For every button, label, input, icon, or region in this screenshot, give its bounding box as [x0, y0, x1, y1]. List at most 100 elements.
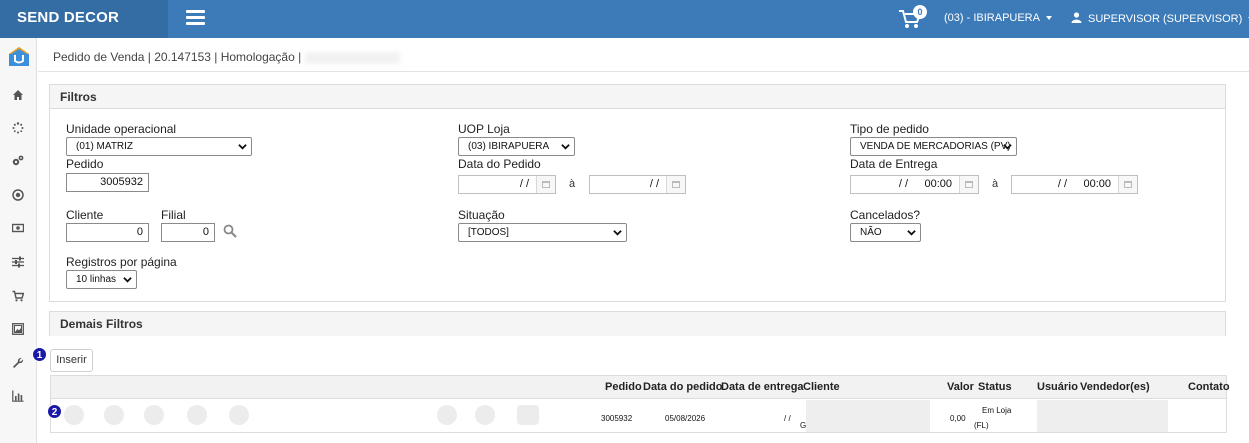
sidebar	[0, 38, 37, 443]
note-icon[interactable]	[517, 405, 539, 425]
step-marker: 2	[47, 404, 62, 419]
image-icon[interactable]	[12, 323, 24, 335]
step-marker: 1	[32, 347, 47, 362]
view-icon[interactable]	[104, 405, 124, 425]
situacao-label: Situação	[458, 208, 505, 222]
data-pedido-label: Data do Pedido	[458, 157, 541, 171]
cart-icon[interactable]	[12, 290, 24, 302]
col-cliente[interactable]: Cliente	[803, 381, 840, 393]
calendar-icon[interactable]	[666, 176, 685, 193]
history-icon[interactable]	[144, 405, 164, 425]
search-icon[interactable]	[223, 224, 237, 238]
filial-input[interactable]: 0	[161, 223, 215, 242]
user-menu[interactable]: SUPERVISOR (SUPERVISOR)	[1071, 12, 1249, 25]
tipo-pedido-select-value: VENDA DE MERCADORIAS (PV)	[860, 141, 1011, 152]
tipo-pedido-label: Tipo de pedido	[850, 122, 929, 136]
cell-data-pedido: 05/08/2026	[665, 414, 706, 423]
cliente-input[interactable]: 0	[66, 223, 149, 242]
chevron-down-icon	[613, 230, 622, 236]
data-entrega-to-date: / /	[1057, 178, 1067, 190]
duplicate-icon[interactable]	[229, 405, 249, 425]
print-icon[interactable]	[187, 405, 207, 425]
cell-status-code: (FL)	[974, 421, 989, 430]
col-vendedores[interactable]: Vendedor(es)	[1080, 381, 1150, 393]
col-contato[interactable]: Contato	[1188, 381, 1230, 393]
cogs-icon[interactable]	[12, 155, 24, 167]
col-data-entrega[interactable]: Data de entrega	[721, 381, 804, 393]
cell-data-entrega: / /	[784, 414, 791, 423]
data-entrega-to-input[interactable]: / / 00:00	[1011, 175, 1138, 194]
calendar-icon[interactable]	[959, 176, 978, 193]
redacted-usuario	[1037, 400, 1168, 432]
breadcrumb-text: Pedido de Venda | 20.147153 | Homologaçã…	[53, 50, 302, 64]
cancelados-select[interactable]: NÃO	[850, 223, 921, 242]
spinner-icon[interactable]	[12, 122, 24, 134]
more-filters-panel[interactable]: Demais Filtros	[49, 311, 1226, 336]
table-header: Pedido Data do pedido Data de entrega Cl…	[51, 376, 1230, 399]
data-pedido-to-input[interactable]: / /	[589, 175, 686, 194]
col-data-pedido[interactable]: Data do pedido	[643, 381, 722, 393]
col-pedido[interactable]: Pedido	[605, 381, 642, 393]
unidade-select-value: (01) MATRIZ	[76, 141, 134, 152]
menu-toggle-icon[interactable]	[186, 10, 205, 25]
data-entrega-to-time: 00:00	[1083, 178, 1111, 190]
data-entrega-from-time: 00:00	[924, 178, 952, 190]
range-separator: à	[992, 178, 999, 190]
insert-button[interactable]: Inserir	[50, 349, 93, 372]
edit-icon[interactable]	[64, 405, 84, 425]
registros-label: Registros por página	[66, 255, 177, 269]
calendar-icon[interactable]	[536, 176, 555, 193]
more-filters-title: Demais Filtros	[50, 312, 1225, 336]
payment-icon[interactable]	[475, 405, 495, 425]
breadcrumb: Pedido de Venda | 20.147153 | Homologaçã…	[53, 50, 401, 64]
cliente-label: Cliente	[66, 208, 104, 222]
data-pedido-from-value: / /	[519, 178, 529, 190]
col-usuario[interactable]: Usuário	[1037, 381, 1078, 393]
range-separator: à	[569, 178, 576, 190]
data-entrega-label: Data de Entrega	[850, 157, 938, 171]
cell-valor: 0,00	[950, 414, 966, 423]
store-selector[interactable]: (03) - IBIRAPUERA	[944, 12, 1052, 24]
user-menu-label: SUPERVISOR (SUPERVISOR)	[1088, 13, 1243, 25]
divider	[38, 71, 1249, 72]
user-icon	[1071, 12, 1082, 23]
top-bar: SEND DECOR 0 (03) - IBIRAPUERA SUPERVISO…	[0, 0, 1249, 38]
chevron-down-icon	[123, 277, 132, 283]
sliders-icon[interactable]	[12, 256, 24, 268]
chevron-down-icon	[1045, 16, 1052, 21]
situacao-select[interactable]: [TODOS]	[458, 223, 627, 242]
data-entrega-from-input[interactable]: / / 00:00	[850, 175, 979, 194]
money-icon[interactable]	[12, 222, 24, 234]
redacted-cliente	[806, 400, 930, 432]
store-selector-label: (03) - IBIRAPUERA	[944, 12, 1040, 24]
data-pedido-to-value: / /	[649, 178, 659, 190]
unidade-label: Unidade operacional	[66, 122, 177, 136]
chevron-down-icon	[1003, 144, 1012, 150]
filial-label: Filial	[161, 208, 186, 222]
registros-select[interactable]: 10 linhas	[66, 270, 137, 289]
chevron-down-icon	[238, 144, 247, 150]
home-icon[interactable]	[12, 89, 24, 101]
orders-table: Pedido Data do pedido Data de entrega Cl…	[50, 375, 1230, 433]
chevron-down-icon	[561, 144, 570, 150]
cell-status: Em Loja	[982, 406, 1012, 415]
filters-panel-title: Filtros	[50, 85, 1225, 109]
situacao-select-value: [TODOS]	[468, 227, 509, 238]
calendar-icon[interactable]	[1118, 176, 1137, 193]
chart-icon[interactable]	[12, 390, 24, 402]
tipo-pedido-select[interactable]: VENDA DE MERCADORIAS (PV)	[850, 137, 1017, 156]
pedido-input[interactable]: 3005932	[66, 173, 149, 192]
brand-logo[interactable]: SEND DECOR	[0, 0, 168, 38]
col-valor[interactable]: Valor	[947, 381, 974, 393]
col-status[interactable]: Status	[978, 381, 1012, 393]
chevron-down-icon	[907, 230, 916, 236]
unidade-select[interactable]: (01) MATRIZ	[66, 137, 252, 156]
data-pedido-from-input[interactable]: / /	[458, 175, 556, 194]
cancel-icon[interactable]	[437, 405, 457, 425]
uop-select[interactable]: (03) IBIRAPUERA	[458, 137, 575, 156]
app-logo-icon[interactable]	[8, 46, 30, 68]
cancelados-select-value: NÃO	[860, 227, 882, 238]
uop-select-value: (03) IBIRAPUERA	[468, 141, 550, 152]
target-icon[interactable]	[12, 189, 24, 201]
wrench-icon[interactable]	[12, 357, 24, 369]
